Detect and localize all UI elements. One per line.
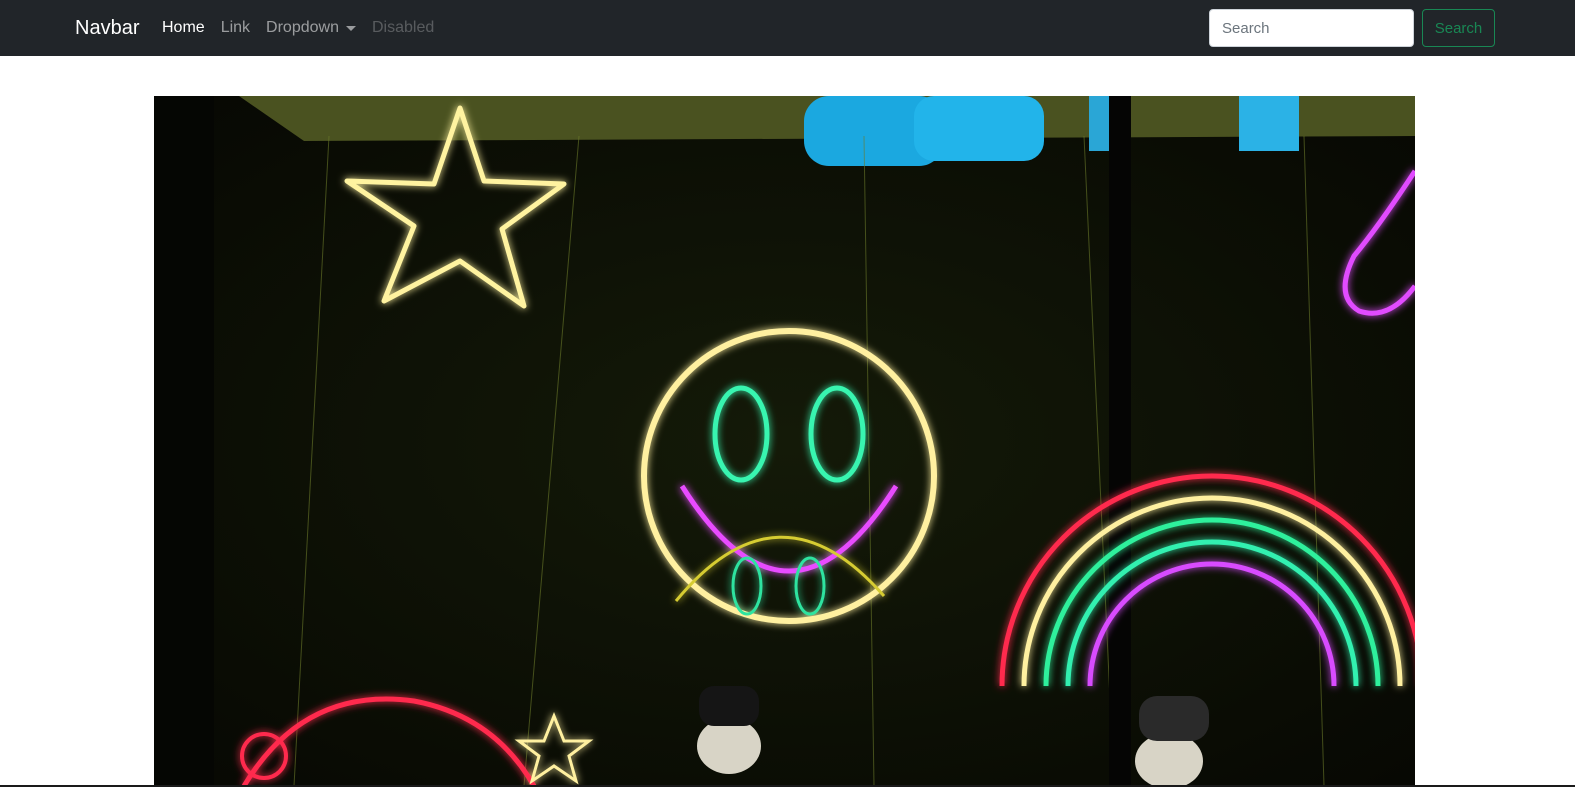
navbar: Navbar Home Link Dropdown Disabled Searc…	[0, 0, 1575, 56]
nav-link-disabled: Disabled	[371, 19, 435, 36]
search-form: Search	[1209, 9, 1495, 47]
nav-links: Home Link Dropdown Disabled	[162, 18, 450, 38]
page-bottom-divider	[0, 785, 1575, 787]
search-input[interactable]	[1209, 9, 1414, 47]
nav-dropdown-toggle[interactable]: Dropdown	[266, 18, 356, 38]
hero-image	[154, 96, 1415, 786]
navbar-brand[interactable]: Navbar	[75, 16, 139, 40]
search-button[interactable]: Search	[1422, 9, 1495, 47]
nav-link-home[interactable]: Home	[162, 18, 205, 38]
caret-down-icon	[345, 25, 356, 31]
nav-link-link[interactable]: Link	[221, 18, 250, 38]
nav-dropdown-label: Dropdown	[266, 19, 339, 36]
